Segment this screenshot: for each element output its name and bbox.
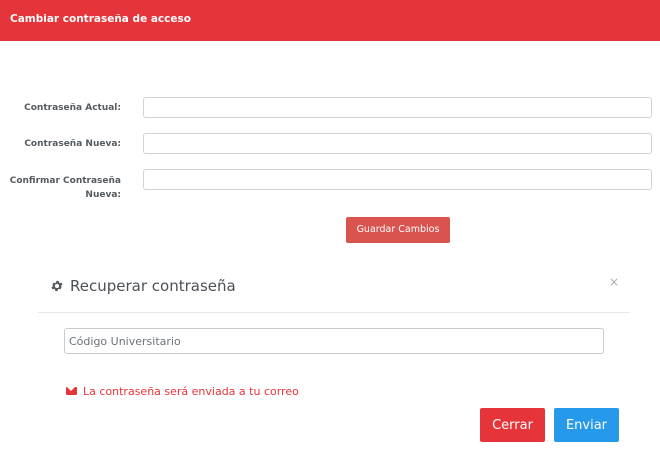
- send-button[interactable]: Enviar: [554, 408, 619, 442]
- envelope-icon: [66, 387, 77, 395]
- confirm-password-label: Confirmar Contraseña Nueva:: [9, 176, 121, 200]
- email-notice: La contraseña será enviada a tu correo: [66, 384, 299, 398]
- modal-title: Recuperar contraseña: [70, 277, 236, 295]
- confirm-password-input[interactable]: [143, 169, 652, 190]
- header-bar: Cambiar contraseña de acceso: [0, 0, 660, 41]
- modal-divider: [38, 312, 630, 313]
- current-password-label: Contraseña Actual:: [24, 103, 121, 113]
- close-icon[interactable]: ×: [608, 276, 620, 288]
- close-button[interactable]: Cerrar: [480, 408, 545, 442]
- email-notice-text: La contraseña será enviada a tu correo: [83, 384, 299, 398]
- new-password-input[interactable]: [143, 133, 652, 154]
- gear-icon: [50, 279, 64, 293]
- modal-header: Recuperar contraseña: [50, 276, 236, 296]
- new-password-label: Contraseña Nueva:: [24, 139, 121, 149]
- save-changes-button[interactable]: Guardar Cambios: [346, 217, 450, 243]
- current-password-input[interactable]: [143, 97, 652, 118]
- page: Cambiar contraseña de acceso Contraseña …: [0, 0, 660, 454]
- university-code-input[interactable]: [64, 328, 604, 354]
- header-title: Cambiar contraseña de acceso: [10, 13, 191, 25]
